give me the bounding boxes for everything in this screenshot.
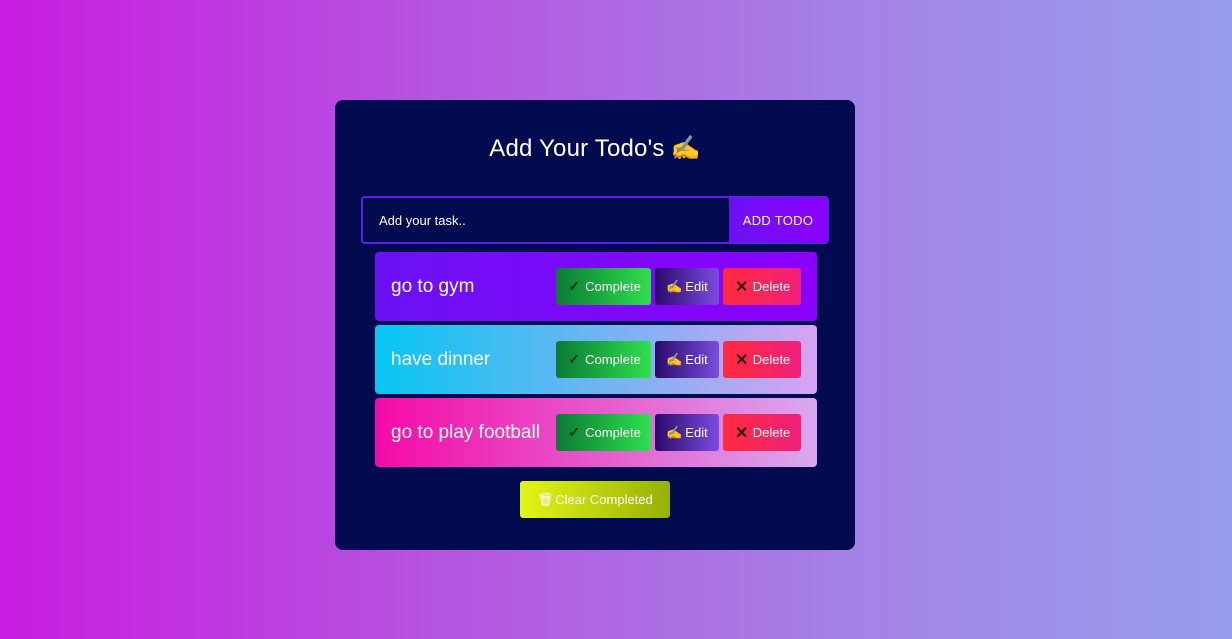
todo-list: go to gym ✓ Complete ✍ Edit ✕ Delete hav…: [375, 252, 817, 471]
cross-icon: ✕: [735, 351, 749, 369]
todo-card: Add Your Todo's✍ ADD TODO go to gym ✓ Co…: [335, 100, 855, 550]
writing-hand-icon: ✍: [670, 135, 701, 162]
page-title: Add Your Todo's ✍: [335, 134, 855, 163]
edit-label: Edit: [685, 352, 708, 367]
complete-button[interactable]: ✓ Complete: [556, 414, 651, 451]
cross-icon: ✕: [735, 424, 749, 442]
check-icon: ✓: [568, 278, 581, 294]
writing-hand-icon: ✍: [666, 278, 683, 294]
edit-button[interactable]: ✍ Edit: [655, 341, 719, 378]
clear-completed-label: Clear Completed: [555, 492, 653, 507]
add-todo-button[interactable]: ADD TODO: [729, 198, 827, 242]
writing-hand-icon: ✍: [666, 424, 683, 440]
delete-button[interactable]: ✕ Delete: [723, 268, 801, 305]
todo-text: go to gym: [391, 275, 475, 297]
delete-label: Delete: [752, 279, 791, 294]
edit-label: Edit: [685, 279, 708, 294]
delete-label: Delete: [752, 352, 791, 367]
cross-icon: ✕: [735, 278, 749, 296]
add-task-form: ADD TODO: [361, 196, 829, 244]
todo-item: go to gym ✓ Complete ✍ Edit ✕ Delete: [375, 252, 817, 321]
trash-icon: 🗑: [536, 491, 554, 507]
clear-completed-button[interactable]: 🗑 Clear Completed: [520, 481, 670, 518]
task-input[interactable]: [363, 198, 729, 242]
todo-text: have dinner: [391, 348, 491, 370]
check-icon: ✓: [568, 424, 581, 440]
complete-button[interactable]: ✓ Complete: [556, 268, 651, 305]
complete-label: Complete: [585, 425, 641, 440]
todo-actions: ✓ Complete ✍ Edit ✕ Delete: [556, 341, 801, 378]
complete-label: Complete: [585, 279, 641, 294]
todo-item: go to play football ✓ Complete ✍ Edit ✕ …: [375, 398, 817, 467]
title-text: Add Your Todo's: [489, 135, 665, 162]
complete-label: Complete: [585, 352, 641, 367]
delete-label: Delete: [752, 425, 791, 440]
edit-button[interactable]: ✍ Edit: [655, 414, 719, 451]
writing-hand-icon: ✍: [666, 351, 683, 367]
check-icon: ✓: [568, 351, 581, 367]
delete-button[interactable]: ✕ Delete: [723, 414, 801, 451]
todo-text: go to play football: [391, 421, 540, 443]
todo-actions: ✓ Complete ✍ Edit ✕ Delete: [556, 414, 801, 451]
todo-item: have dinner ✓ Complete ✍ Edit ✕ Delete: [375, 325, 817, 394]
edit-label: Edit: [685, 425, 708, 440]
todo-actions: ✓ Complete ✍ Edit ✕ Delete: [556, 268, 801, 305]
edit-button[interactable]: ✍ Edit: [655, 268, 719, 305]
delete-button[interactable]: ✕ Delete: [723, 341, 801, 378]
complete-button[interactable]: ✓ Complete: [556, 341, 651, 378]
